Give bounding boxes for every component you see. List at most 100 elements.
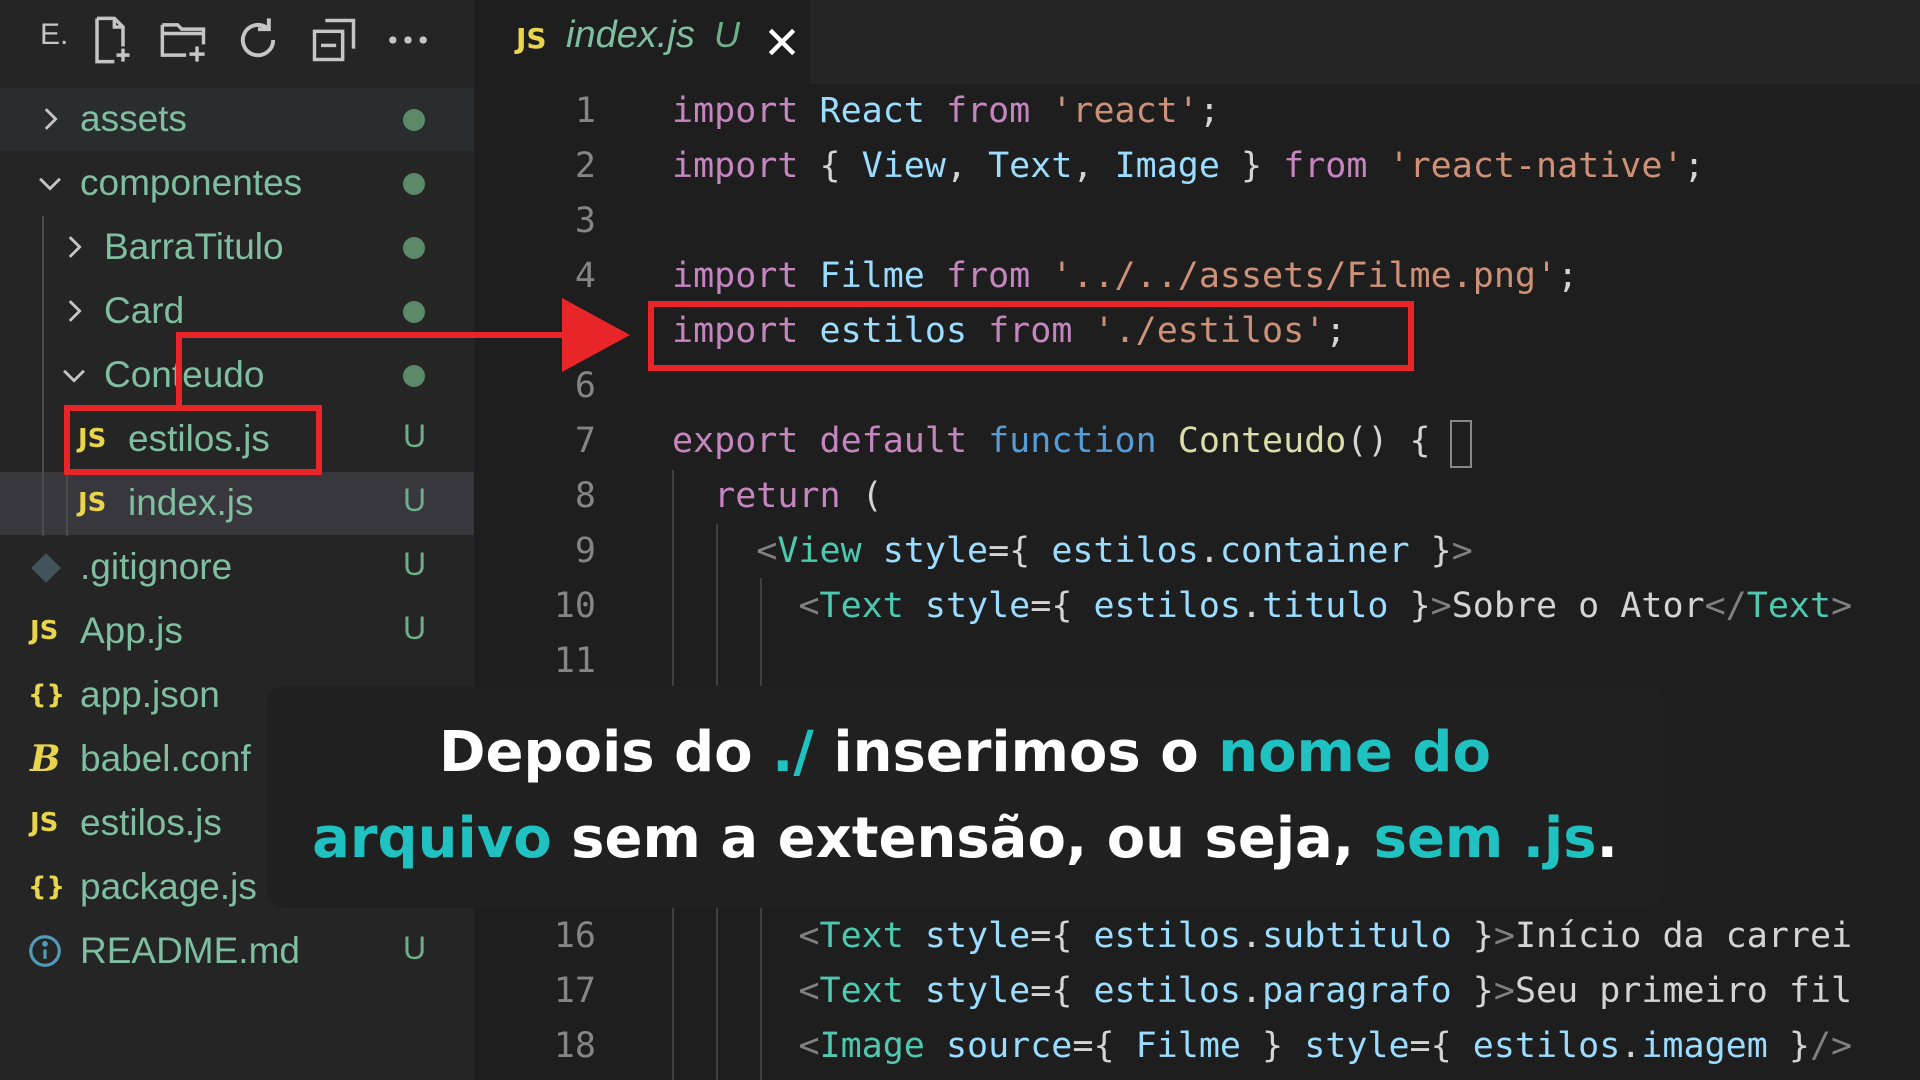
code-line[interactable]: 9 <View style={ estilos.container }> bbox=[474, 524, 1920, 579]
caption-segment: Depois do bbox=[439, 720, 773, 785]
tree-item-assets[interactable]: assets bbox=[0, 88, 474, 151]
code-token: ={ bbox=[1030, 916, 1094, 956]
tree-item-readme[interactable]: README.md U bbox=[0, 920, 474, 983]
code-token: style bbox=[924, 971, 1031, 1011]
code-token: > bbox=[1493, 916, 1515, 956]
collapse-all-icon[interactable] bbox=[308, 14, 360, 66]
code-token: } bbox=[1388, 586, 1431, 626]
code-text: <Text style={ estilos.titulo }>Sobre o A… bbox=[672, 579, 1852, 634]
tree-item-label: babel.conf bbox=[80, 738, 251, 779]
tree-item-index-js[interactable]: JS index.js U bbox=[0, 472, 474, 535]
untracked-badge: U bbox=[403, 482, 427, 518]
code-token: Início da carrei bbox=[1514, 916, 1853, 956]
code-line[interactable]: 7 export default function Conteudo() { bbox=[474, 414, 1920, 469]
tab-index-js[interactable]: JS index.js U bbox=[474, 0, 810, 84]
code-token: function bbox=[988, 421, 1157, 461]
code-line[interactable]: 4 import Filme from '../../assets/Filme.p… bbox=[474, 249, 1920, 304]
code-line[interactable]: 8 return ( bbox=[474, 469, 1920, 524]
caption-segment: ./ bbox=[772, 720, 814, 785]
code-token: < bbox=[756, 531, 778, 571]
close-icon[interactable] bbox=[762, 22, 802, 62]
code-token: '../../assets/Filme.png' bbox=[1051, 256, 1558, 296]
editor-tab-bar: JS index.js U bbox=[474, 0, 1920, 84]
tree-item-componentes[interactable]: componentes bbox=[0, 152, 474, 215]
code-token: . bbox=[1198, 531, 1220, 571]
code-line[interactable]: 18 <Image source={ Filme } style={ estil… bbox=[474, 1019, 1920, 1074]
chevron-right-icon bbox=[44, 108, 58, 130]
tree-item-label: index.js bbox=[128, 482, 254, 523]
code-token: </ bbox=[1704, 586, 1747, 626]
code-token: style bbox=[1304, 1026, 1410, 1066]
arrow-shaft-horizontal bbox=[176, 332, 566, 338]
code-line[interactable]: 10 <Text style={ estilos.titulo }>Sobre … bbox=[474, 579, 1920, 634]
line-number: 10 bbox=[553, 586, 596, 626]
tree-item-gitignore[interactable]: .gitignore U bbox=[0, 536, 474, 599]
tree-item-label: package.js bbox=[80, 866, 257, 907]
more-icon[interactable] bbox=[382, 14, 434, 66]
js-file-icon: JS bbox=[30, 808, 59, 838]
caption-segment: . bbox=[1596, 806, 1618, 871]
code-token: Image bbox=[1114, 146, 1220, 186]
tree-item-barratitulo[interactable]: BarraTitulo bbox=[0, 216, 474, 279]
code-token: < bbox=[798, 916, 820, 956]
code-token: ( bbox=[840, 476, 883, 516]
code-token: . bbox=[1240, 586, 1263, 626]
explorer-sidebar: E. assets componentes BarraTitulo Card C… bbox=[0, 0, 474, 1080]
info-icon bbox=[29, 935, 61, 967]
code-token: style bbox=[882, 531, 989, 571]
code-token: () { bbox=[1346, 421, 1431, 461]
code-line[interactable]: 16 <Text style={ estilos.subtitulo }>Iní… bbox=[474, 909, 1920, 964]
caption-line-1: Depois do ./ inserimos o nome do bbox=[266, 720, 1664, 785]
code-line[interactable]: 3 bbox=[474, 194, 1920, 249]
code-line[interactable]: 1 import React from 'react'; bbox=[474, 84, 1920, 139]
code-text: import { View, Text, Image } from 'react… bbox=[672, 139, 1705, 194]
tree-item-app-js[interactable]: JS App.js U bbox=[0, 600, 474, 663]
tree-item-conteudo[interactable]: Conteudo bbox=[0, 344, 474, 407]
new-folder-icon[interactable] bbox=[158, 14, 210, 66]
line-number: 18 bbox=[553, 1026, 596, 1066]
code-text: return ( bbox=[672, 469, 883, 524]
modified-dot bbox=[403, 237, 425, 259]
json-file-icon: {} bbox=[28, 872, 66, 902]
code-token: /> bbox=[1809, 1026, 1853, 1066]
code-line[interactable]: 17 <Text style={ estilos.paragrafo }>Seu… bbox=[474, 964, 1920, 1019]
json-file-icon: {} bbox=[28, 680, 66, 710]
code-token: } bbox=[1409, 531, 1452, 571]
refresh-icon[interactable] bbox=[232, 14, 284, 66]
code-editor[interactable]: 1 import React from 'react'; 2 import { Vie… bbox=[474, 84, 1920, 1080]
code-line[interactable]: 2 import { View, Text, Image } from 'reac… bbox=[474, 139, 1920, 194]
line-number: 4 bbox=[574, 256, 596, 296]
code-token: Text bbox=[1746, 586, 1832, 626]
modified-dot bbox=[403, 365, 425, 387]
tree-item-label: assets bbox=[80, 98, 187, 139]
code-token: ={ bbox=[1030, 586, 1094, 626]
code-token: estilos bbox=[1093, 916, 1241, 956]
line-number: 17 bbox=[553, 971, 596, 1011]
caption-segment: sem .js bbox=[1373, 806, 1597, 871]
js-file-icon: JS bbox=[30, 616, 59, 646]
code-line[interactable]: 11 bbox=[474, 634, 1920, 689]
tree-item-label: App.js bbox=[80, 610, 183, 651]
chevron-down-icon bbox=[63, 369, 85, 383]
code-token: export bbox=[672, 421, 799, 461]
code-token: > bbox=[1493, 971, 1515, 1011]
new-file-icon[interactable] bbox=[84, 14, 136, 66]
code-token: estilos bbox=[1472, 1026, 1621, 1066]
code-token: Conteudo bbox=[1177, 421, 1347, 461]
git-file-icon bbox=[31, 553, 61, 583]
code-token: from bbox=[1283, 146, 1368, 186]
code-token: Text bbox=[988, 146, 1073, 186]
code-text: <Text style={ estilos.subtitulo }>Início… bbox=[672, 909, 1852, 964]
tree-item-label: BarraTitulo bbox=[104, 226, 284, 267]
caption-line-2: arquivo sem a extensão, ou seja, sem .js… bbox=[266, 806, 1664, 871]
code-token: ={ bbox=[1409, 1026, 1473, 1066]
